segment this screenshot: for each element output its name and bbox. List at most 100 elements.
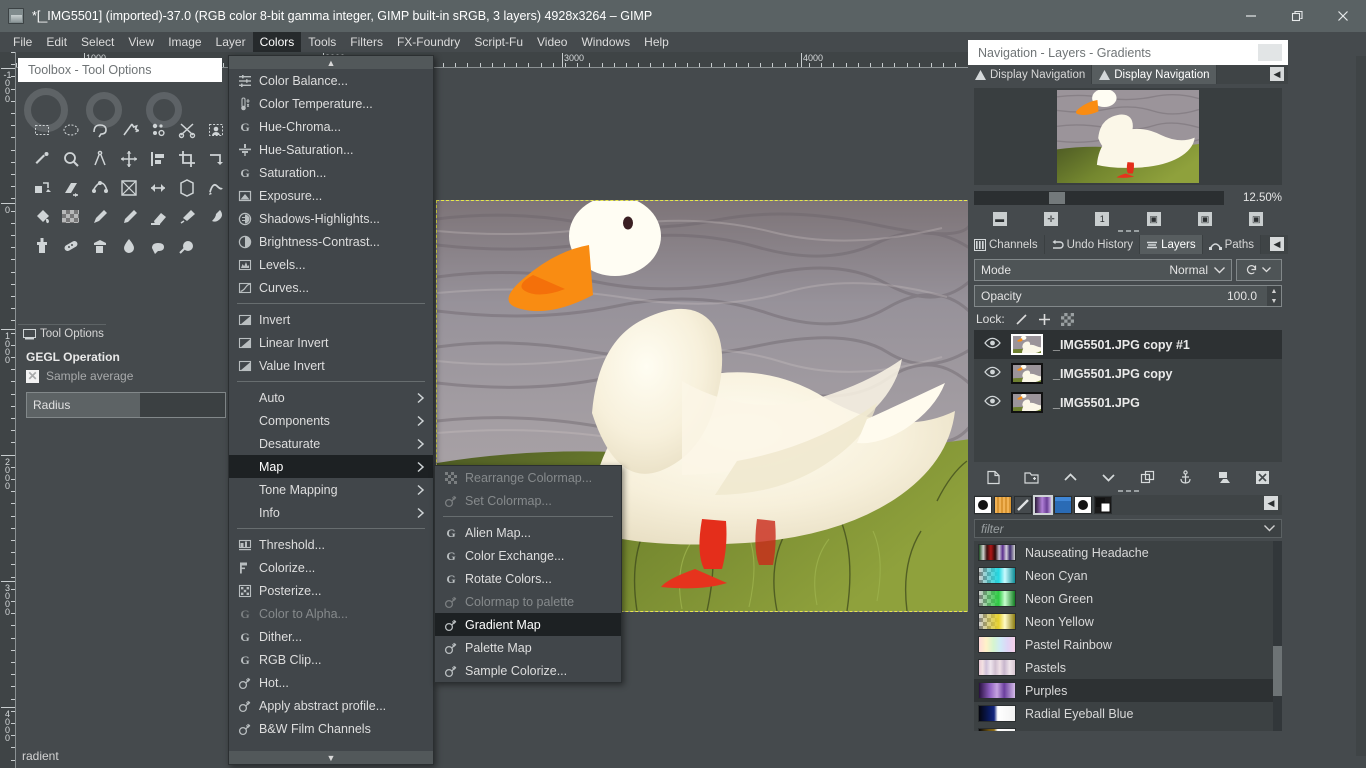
free-select-icon[interactable] — [85, 115, 114, 144]
menu-item-posterize[interactable]: Posterize... — [229, 579, 433, 602]
nav-tab-menu-button[interactable]: ◀ — [1270, 67, 1284, 81]
menu-item-colorize[interactable]: Colorize... — [229, 556, 433, 579]
lock-pixels-icon[interactable] — [1015, 313, 1028, 326]
menu-item-curves[interactable]: Curves... — [229, 276, 433, 299]
heal-icon[interactable] — [56, 231, 85, 260]
sample-average-checkbox[interactable]: ✕ — [26, 369, 39, 383]
menu-item-rearrange-colormap[interactable]: Rearrange Colormap... — [435, 466, 621, 489]
patterns-tab[interactable] — [994, 496, 1012, 514]
tab-undo-history[interactable]: Undo History — [1044, 235, 1141, 254]
menu-item-color-temperature[interactable]: Color Temperature... — [229, 92, 433, 115]
gradient-item[interactable]: Neon Yellow — [974, 610, 1282, 633]
menu-item-apply-abstract-profile[interactable]: Apply abstract profile... — [229, 694, 433, 717]
mode-reset-button[interactable] — [1236, 259, 1282, 281]
handle-transform-icon[interactable] — [85, 173, 114, 202]
layer-row[interactable]: _IMG5501.JPG — [974, 388, 1282, 417]
measure-icon[interactable] — [85, 144, 114, 173]
crop-icon[interactable] — [172, 144, 201, 173]
anchor-layer-button[interactable] — [1177, 468, 1195, 486]
clone-icon[interactable] — [27, 231, 56, 260]
tab-display-navigation-1[interactable]: Display Navigation — [968, 65, 1093, 84]
menu-item-invert[interactable]: Invert — [229, 308, 433, 331]
gradient-item[interactable]: Neon Cyan — [974, 564, 1282, 587]
lock-position-icon[interactable] — [1038, 313, 1051, 326]
gradient-item[interactable]: Nauseating Headache — [974, 541, 1282, 564]
menu-fx-foundry[interactable]: FX-Foundry — [390, 32, 467, 52]
scissors-select-icon[interactable] — [172, 115, 201, 144]
menu-item-color-to-alpha[interactable]: G Color to Alpha... — [229, 602, 433, 625]
perspective-icon[interactable] — [114, 173, 143, 202]
zoom-selection-button[interactable]: ▣ — [1249, 212, 1264, 226]
align-icon[interactable] — [143, 144, 172, 173]
flip-icon[interactable] — [143, 173, 172, 202]
canvas-scrollbar[interactable] — [1356, 56, 1366, 756]
menu-file[interactable]: File — [6, 32, 39, 52]
select-by-color-icon[interactable] — [143, 115, 172, 144]
fill-window-button[interactable]: ▣ — [1197, 212, 1212, 226]
map-submenu[interactable]: Rearrange Colormap... Set Colormap... G Ali… — [434, 465, 622, 683]
gradient-item[interactable]: Pastels — [974, 656, 1282, 679]
duplicate-layer-button[interactable] — [1138, 468, 1156, 486]
menu-item-shadows-highlights[interactable]: Shadows-Highlights... — [229, 207, 433, 230]
lower-layer-button[interactable] — [1100, 468, 1118, 486]
menu-item-components[interactable]: Components — [229, 409, 433, 432]
menu-item-info[interactable]: Info — [229, 501, 433, 524]
layers-tab-menu-button[interactable]: ◀ — [1270, 237, 1284, 251]
menu-item-set-colormap[interactable]: Set Colormap... — [435, 489, 621, 512]
gradient-item[interactable]: Purples — [974, 679, 1282, 702]
menu-scroll-down[interactable]: ▼ — [229, 751, 433, 764]
menu-item-hot[interactable]: Hot... — [229, 671, 433, 694]
zoom-icon[interactable] — [56, 144, 85, 173]
menu-item-desaturate[interactable]: Desaturate — [229, 432, 433, 455]
menu-item-value-invert[interactable]: Value Invert — [229, 354, 433, 377]
colors-tab[interactable] — [1094, 496, 1112, 514]
dodge-burn-icon[interactable] — [172, 231, 201, 260]
menu-item-map[interactable]: Map — [229, 455, 433, 478]
opacity-row[interactable]: Opacity 100.0 ▲ ▼ — [974, 285, 1282, 307]
menu-view[interactable]: View — [121, 32, 161, 52]
close-button[interactable] — [1320, 0, 1366, 32]
ink-icon[interactable] — [201, 202, 230, 231]
palettes-tab[interactable] — [1054, 496, 1072, 514]
bucket-fill-icon[interactable] — [27, 202, 56, 231]
layer-visibility-icon[interactable] — [984, 395, 1001, 410]
shear-icon[interactable] — [56, 173, 85, 202]
brushes-tab[interactable] — [974, 496, 992, 514]
perspective-clone-icon[interactable] — [85, 231, 114, 260]
gradient-list-scrollbar[interactable] — [1273, 541, 1282, 731]
menu-item-exposure[interactable]: Exposure... — [229, 184, 433, 207]
tab-layers[interactable]: Layers — [1140, 235, 1203, 254]
menu-item-colormap-to-palette[interactable]: Colormap to palette — [435, 590, 621, 613]
menu-item-color-exchange[interactable]: G Color Exchange... — [435, 544, 621, 567]
menu-item-palette-map[interactable]: Palette Map — [435, 636, 621, 659]
fonts-tab[interactable] — [1074, 496, 1092, 514]
right-dock-close-button[interactable] — [1258, 44, 1282, 61]
paintbrush-icon[interactable] — [114, 202, 143, 231]
menu-item-b-w-film-channels[interactable]: B&W Film Channels — [229, 717, 433, 740]
colors-menu[interactable]: ▲ Color Balance... Color Temperature... G H… — [228, 55, 434, 765]
radius-slider[interactable]: Radius — [26, 392, 226, 418]
tab-paths[interactable]: Paths — [1202, 235, 1262, 254]
new-layer-button[interactable] — [984, 468, 1002, 486]
menu-scroll-up[interactable]: ▲ — [229, 56, 433, 69]
gradient-icon[interactable] — [56, 202, 85, 231]
menu-image[interactable]: Image — [161, 32, 208, 52]
menu-item-brightness-contrast[interactable]: Brightness-Contrast... — [229, 230, 433, 253]
tab-display-navigation-2[interactable]: Display Navigation — [1092, 65, 1217, 84]
tab-channels[interactable]: Channels — [968, 235, 1045, 254]
dock-separator-grip[interactable] — [968, 226, 1288, 235]
gradients-tab-menu-button[interactable]: ◀ — [1264, 496, 1278, 510]
menu-help[interactable]: Help — [637, 32, 676, 52]
rotate-icon[interactable] — [201, 144, 230, 173]
menu-item-hue-saturation[interactable]: Hue-Saturation... — [229, 138, 433, 161]
pencil-icon[interactable] — [85, 202, 114, 231]
menu-item-dither[interactable]: G Dither... — [229, 625, 433, 648]
menu-colors[interactable]: Colors — [252, 32, 302, 52]
eraser-icon[interactable] — [143, 202, 172, 231]
menu-item-alien-map[interactable]: G Alien Map... — [435, 521, 621, 544]
dock-separator-grip-2[interactable] — [968, 486, 1288, 495]
cage-transform-icon[interactable] — [172, 173, 201, 202]
warp-icon[interactable] — [201, 173, 230, 202]
gradients-tab[interactable] — [1033, 495, 1053, 515]
menu-item-tone-mapping[interactable]: Tone Mapping — [229, 478, 433, 501]
